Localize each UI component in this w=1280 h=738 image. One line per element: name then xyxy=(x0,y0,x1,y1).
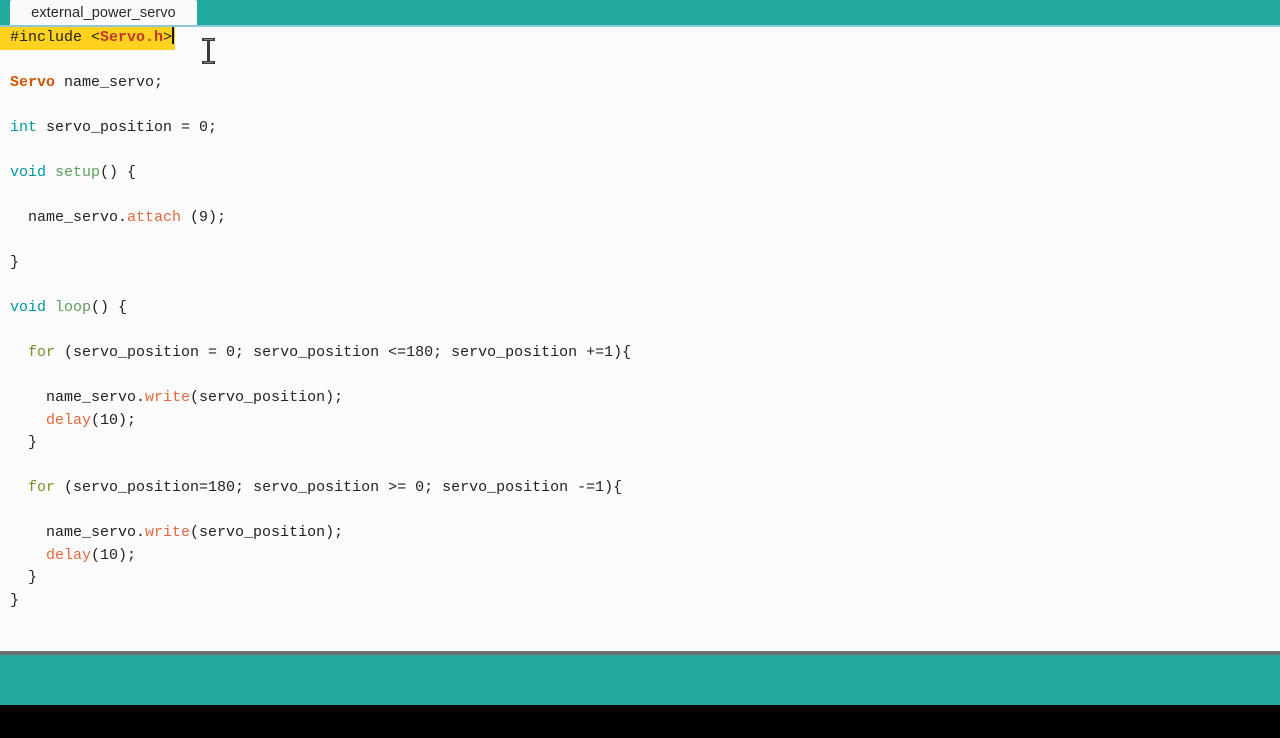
code-line[interactable]: for (servo_position = 0; servo_position … xyxy=(0,342,1280,365)
code-token-plain: name_servo. xyxy=(10,209,128,226)
code-token-plain: name_servo. xyxy=(10,389,146,406)
code-line[interactable]: } xyxy=(0,590,1280,613)
code-token-type: int xyxy=(10,119,38,136)
code-token-plain: (9); xyxy=(181,209,227,226)
code-line[interactable]: name_servo.write(servo_position); xyxy=(0,387,1280,410)
code-line[interactable]: } xyxy=(0,252,1280,275)
code-line-blank[interactable] xyxy=(0,50,1280,73)
code-token-method: write xyxy=(145,524,191,541)
code-line[interactable]: void setup() { xyxy=(0,162,1280,185)
code-token-plain: (servo_position=180; servo_position >= 0… xyxy=(55,479,623,496)
code-token-func: loop xyxy=(55,299,92,316)
code-line[interactable]: #include <Servo.h> xyxy=(0,27,1280,50)
code-token-kw: for xyxy=(28,479,56,496)
tab-label: external_power_servo xyxy=(31,4,176,21)
code-token-plain: (servo_position); xyxy=(190,524,344,541)
code-line[interactable]: delay(10); xyxy=(0,545,1280,568)
code-line[interactable]: } xyxy=(0,432,1280,455)
code-token-type: void xyxy=(10,299,47,316)
tab-bar: external_power_servo xyxy=(0,0,1280,25)
code-token-plain: (servo_position = 0; servo_position <=18… xyxy=(55,344,632,361)
code-token-class: Servo xyxy=(10,74,56,91)
code-token-plain: (10); xyxy=(91,411,137,429)
status-bar xyxy=(0,655,1280,705)
code-token-type: void xyxy=(10,164,47,181)
code-token-plain: name_servo. xyxy=(10,524,146,541)
code-token-plain: (10); xyxy=(91,546,137,564)
code-line[interactable]: int servo_position = 0; xyxy=(0,117,1280,140)
code-line[interactable]: name_servo.write(servo_position); xyxy=(0,522,1280,545)
code-token-kw: for xyxy=(28,344,56,361)
code-line-blank[interactable] xyxy=(0,455,1280,478)
code-line-blank[interactable] xyxy=(0,95,1280,118)
code-line[interactable]: void loop() { xyxy=(0,297,1280,320)
code-line-blank[interactable] xyxy=(0,230,1280,253)
code-token-plain: < xyxy=(91,29,101,46)
code-token-func: setup xyxy=(55,164,101,181)
code-token-plain: () { xyxy=(100,164,137,181)
code-token-method: delay xyxy=(46,546,92,564)
code-token-plain: (servo_position); xyxy=(190,389,344,406)
code-line[interactable]: name_servo.attach (9); xyxy=(0,207,1280,230)
code-line-blank[interactable] xyxy=(0,500,1280,523)
code-token-plain: servo_position = 0; xyxy=(37,119,218,136)
code-token-method: attach xyxy=(127,209,182,226)
tab-external-power-servo[interactable]: external_power_servo xyxy=(10,0,197,25)
code-token-method: delay xyxy=(46,411,92,429)
code-token-plain: } xyxy=(10,434,38,451)
code-editor[interactable]: #include <Servo.h> Servo name_servo; int… xyxy=(0,27,1280,651)
code-line-blank[interactable] xyxy=(0,275,1280,298)
text-caret xyxy=(172,27,175,44)
code-line-blank[interactable] xyxy=(0,320,1280,343)
code-line[interactable]: delay(10); xyxy=(0,410,1280,433)
code-token-plain: } xyxy=(10,254,20,271)
arduino-ide-window: external_power_servo #include <Servo.h> … xyxy=(0,0,1280,738)
code-line-blank[interactable] xyxy=(0,140,1280,163)
code-token-method: write xyxy=(145,389,191,406)
code-token-plain: } xyxy=(10,569,38,586)
code-text-area[interactable]: #include <Servo.h> Servo name_servo; int… xyxy=(0,27,1280,612)
code-line[interactable]: for (servo_position=180; servo_position … xyxy=(0,477,1280,500)
code-line-blank[interactable] xyxy=(0,365,1280,388)
code-token-pre: #include xyxy=(10,29,92,46)
highlighted-code-span: #include <Servo.h> xyxy=(0,27,176,50)
bottom-black-bar xyxy=(0,705,1280,738)
code-line[interactable]: Servo name_servo; xyxy=(0,72,1280,95)
code-line-blank[interactable] xyxy=(0,185,1280,208)
code-token-plain: } xyxy=(10,591,20,609)
code-line[interactable]: } xyxy=(0,567,1280,590)
code-token-lib: Servo.h xyxy=(100,29,164,46)
code-token-plain: > xyxy=(163,29,173,46)
code-token-plain: () { xyxy=(91,299,128,316)
code-token-plain: name_servo; xyxy=(55,74,164,91)
